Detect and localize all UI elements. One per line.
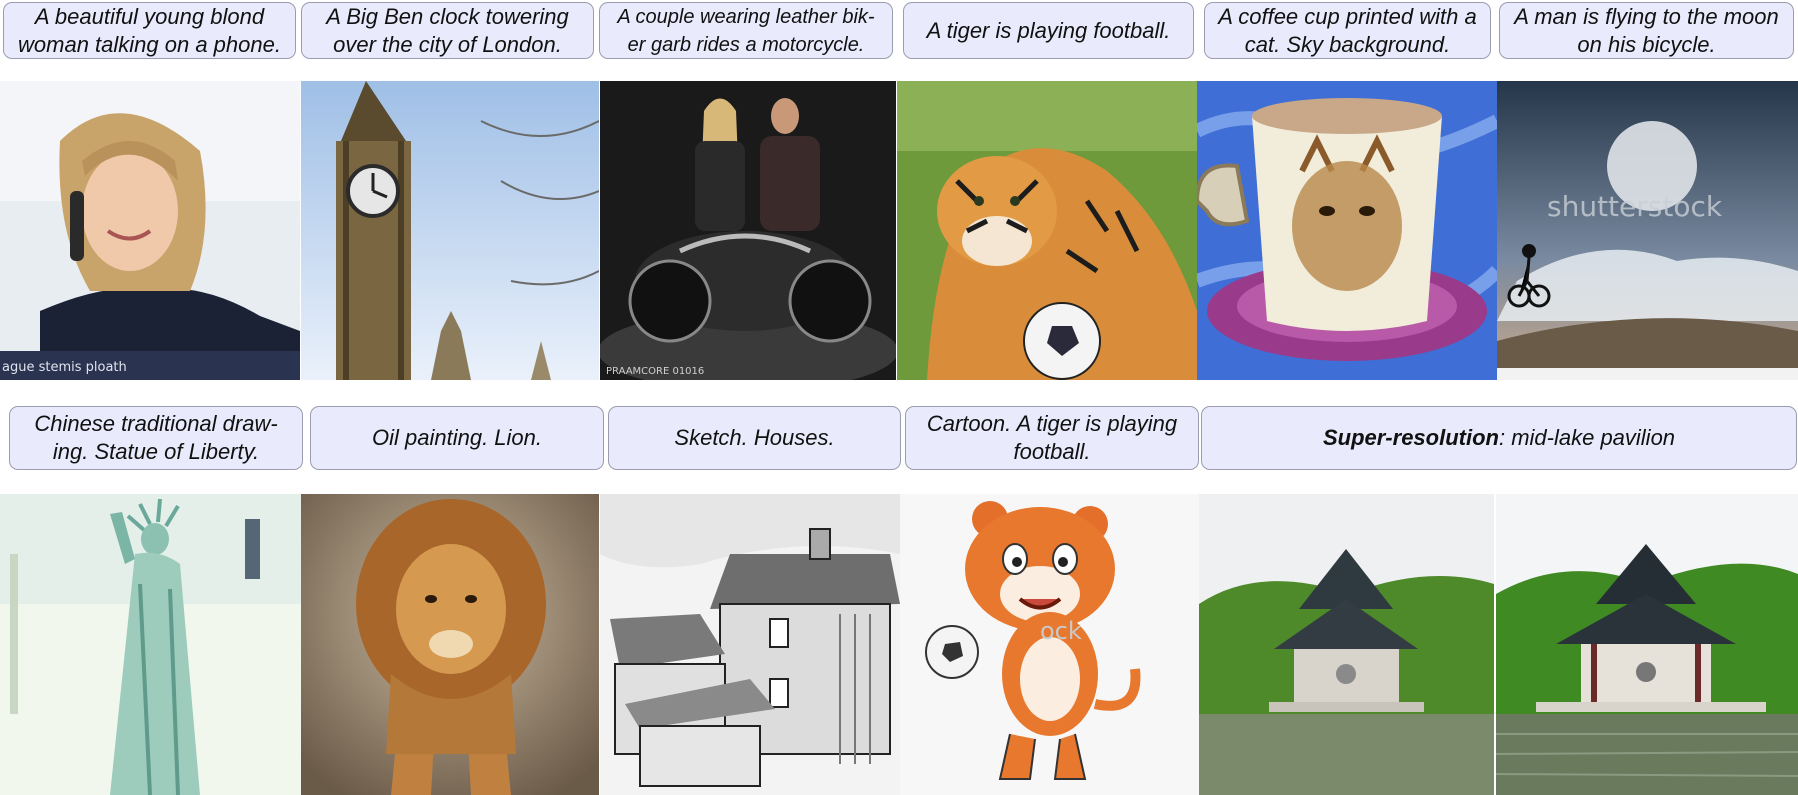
caption-cartoon-tiger: Cartoon. A tiger is playing football. bbox=[905, 406, 1199, 470]
caption-sketch-houses: Sketch. Houses. bbox=[608, 406, 901, 470]
caption-super-resolution-bold: Super-resolution bbox=[1322, 425, 1499, 450]
caption-motorcycle: A couple wearing leather bik- er garb ri… bbox=[599, 2, 893, 59]
image-moon-bicycle: shutterstock bbox=[1497, 81, 1798, 380]
caption-statue-liberty: Chinese traditional draw- ing. Statue of… bbox=[9, 406, 303, 470]
cartoon-tiger-watermark-text: ock bbox=[1040, 617, 1082, 645]
moon-watermark-text: shutterstock bbox=[1547, 190, 1723, 223]
image-statue-liberty bbox=[0, 494, 301, 795]
image-pavilion-super-resolution bbox=[1496, 494, 1798, 795]
image-sketch-houses bbox=[600, 494, 900, 795]
caption-coffee-cup: A coffee cup printed with a cat. Sky bac… bbox=[1204, 2, 1491, 59]
image-pavilion-low-res bbox=[1199, 494, 1494, 795]
image-oil-lion bbox=[301, 494, 599, 795]
motorcycle-watermark-text: PRAAMCORE 01016 bbox=[606, 366, 704, 377]
caption-moon-bicycle: A man is flying to the moon on his bicyc… bbox=[1499, 2, 1794, 59]
caption-big-ben: A Big Ben clock towering over the city o… bbox=[301, 2, 594, 59]
image-tiger-football bbox=[897, 81, 1197, 380]
caption-woman-phone: A beautiful young blond woman talking on… bbox=[3, 2, 296, 59]
image-coffee-cup-cat bbox=[1197, 81, 1497, 380]
woman-watermark-text: ague stemis ploath bbox=[2, 360, 127, 375]
image-woman-phone: ague stemis ploath bbox=[0, 81, 300, 380]
image-big-ben bbox=[301, 81, 599, 380]
caption-tiger-football: A tiger is playing football. bbox=[903, 2, 1194, 59]
caption-super-resolution: Super-resolution: mid-lake pavilion bbox=[1201, 406, 1797, 470]
caption-super-resolution-rest: : mid-lake pavilion bbox=[1498, 425, 1676, 450]
image-cartoon-tiger: ock bbox=[900, 494, 1199, 795]
image-motorcycle-couple: PRAAMCORE 01016 bbox=[600, 81, 896, 380]
caption-oil-lion: Oil painting. Lion. bbox=[310, 406, 604, 470]
